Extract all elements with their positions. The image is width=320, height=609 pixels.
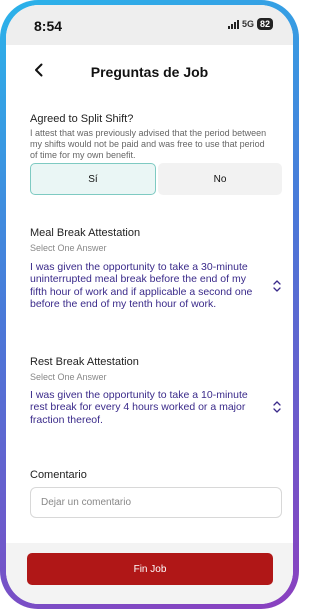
fin-job-button[interactable]: Fin Job [27, 553, 273, 585]
screen: 8:54 5G 82 Preguntas de Job Agreed to Sp… [6, 5, 293, 604]
status-bar: 8:54 5G 82 [6, 5, 293, 45]
footer: Fin Job [6, 543, 293, 604]
yes-button[interactable]: Sí [30, 163, 156, 195]
split-shift-description: I attest that was previously advised tha… [30, 128, 267, 160]
meal-break-answer: I was given the opportunity to take a 30… [30, 261, 253, 310]
comment-label: Comentario [30, 469, 87, 481]
signal-icon [227, 19, 239, 29]
status-icons: 5G 82 [227, 18, 273, 30]
rest-break-title: Rest Break Attestation [30, 356, 139, 368]
rest-break-select[interactable]: I was given the opportunity to take a 10… [30, 389, 282, 426]
header: Preguntas de Job [6, 45, 293, 95]
chevron-up-down-icon [273, 279, 281, 292]
meal-break-select[interactable]: I was given the opportunity to take a 30… [30, 261, 282, 310]
meal-break-subtitle: Select One Answer [30, 243, 107, 253]
chevron-up-down-icon [273, 401, 281, 414]
page-title: Preguntas de Job [90, 64, 209, 80]
status-time: 8:54 [34, 18, 63, 34]
battery-icon: 82 [256, 18, 273, 30]
no-button[interactable]: No [158, 163, 282, 195]
comment-input[interactable] [30, 487, 282, 518]
split-shift-title: Agreed to Split Shift? [30, 113, 134, 125]
network-type: 5G [241, 19, 254, 29]
rest-break-answer: I was given the opportunity to take a 10… [30, 389, 248, 426]
rest-break-subtitle: Select One Answer [30, 372, 107, 382]
device-frame: 8:54 5G 82 Preguntas de Job Agreed to Sp… [0, 0, 299, 609]
meal-break-title: Meal Break Attestation [30, 227, 141, 239]
